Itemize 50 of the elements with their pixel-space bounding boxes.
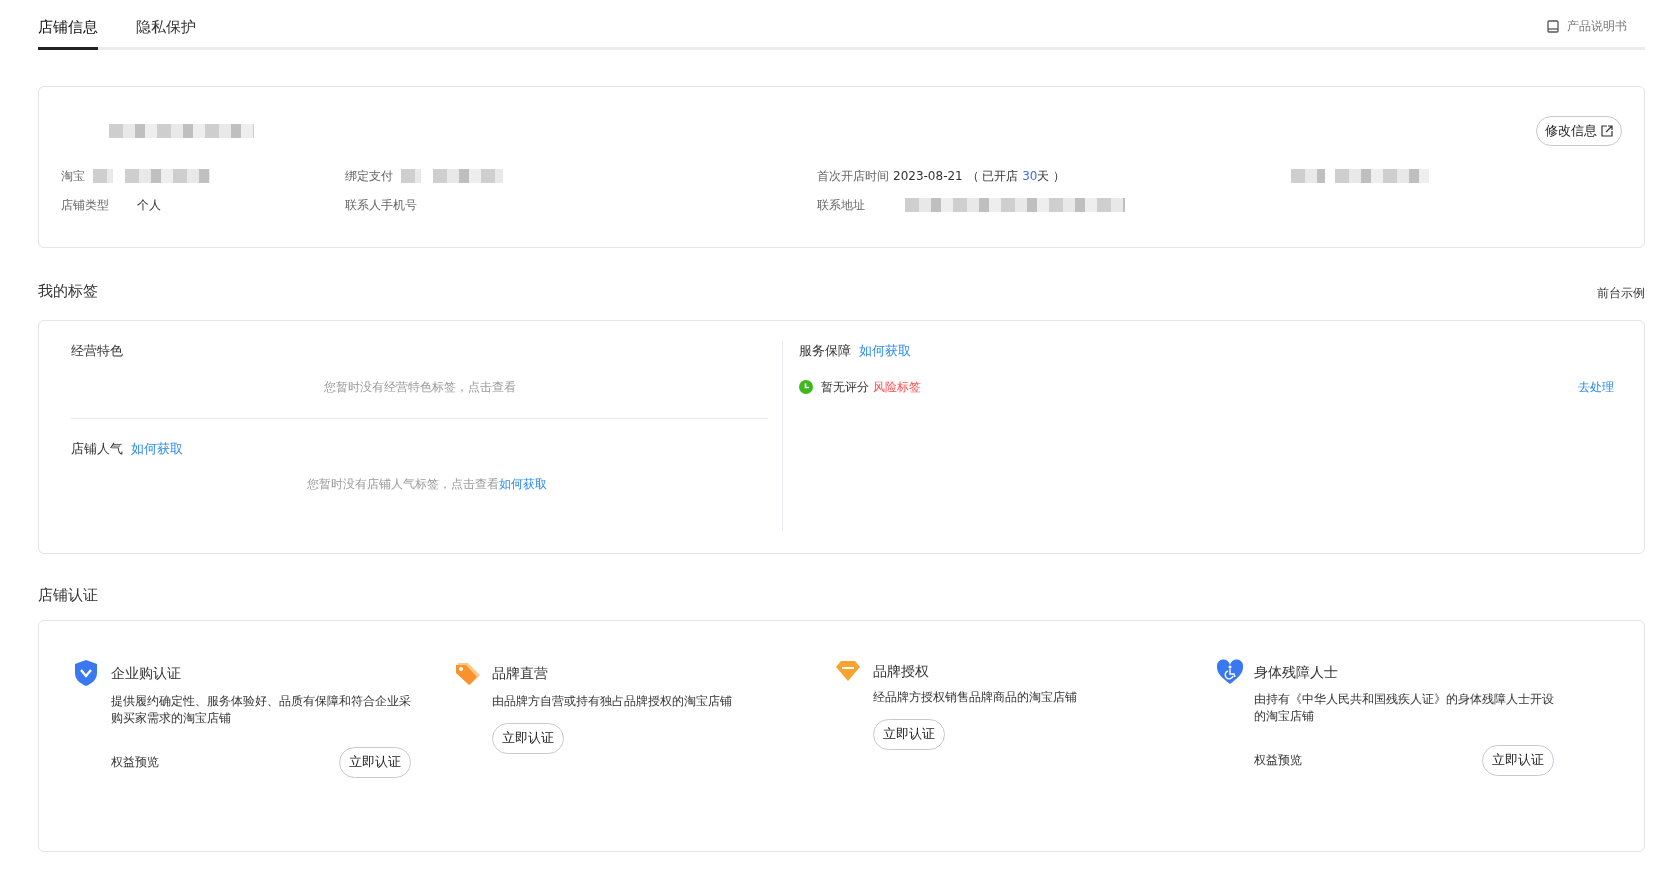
how-to-get-link[interactable]: 如何获取 [131,438,183,458]
risk-tag: 风险标签 [873,377,921,396]
accessibility-heart-icon [1216,659,1244,685]
certify-button[interactable]: 立即认证 [339,747,411,778]
blurred-text [93,168,113,183]
gem-icon [835,659,861,683]
certification-name: 企业购认证 [111,663,181,683]
empty-message: 您暂时没有店铺人气标签，点击查看如何获取 [306,477,547,491]
certify-button[interactable]: 立即认证 [1482,745,1554,776]
benefits-link[interactable]: 权益预览 [111,753,159,772]
certification-name: 品牌授权 [873,661,929,681]
certification-description: 由品牌方自营或持有独占品牌授权的淘宝店铺 [492,693,733,710]
field-label: 淘宝 [61,167,85,185]
field-label: 联系人手机号 [345,196,418,214]
panel-title: 经营特色 [71,342,123,360]
field-label: 绑定支付 [345,167,393,185]
blurred-text [401,168,421,183]
book-icon [1547,19,1559,33]
tab[interactable]: 店铺信息 [38,15,98,50]
handle-link[interactable]: 去处理 [1578,377,1614,396]
field-label: 联系地址 [817,196,866,214]
edit-info-button[interactable]: 修改信息 [1536,115,1622,147]
field-value: 个人 [137,196,161,214]
certify-button[interactable]: 立即认证 [492,723,564,754]
field-label: 店铺类型 [61,196,110,214]
manual-link[interactable]: 产品说明书 [1547,17,1645,47]
blurred-text [1291,168,1325,183]
shield-icon [73,659,99,687]
certification-name: 身体残障人士 [1254,662,1338,682]
section-title: 店铺认证 [38,586,98,604]
benefits-link[interactable]: 权益预览 [1254,751,1302,770]
certification-description: 由持有《中华人民共和国残疾人证》的身体残障人士开设的淘宝店铺 [1254,691,1554,725]
field-label: 首次开店时间 [817,167,890,185]
certification-name: 品牌直营 [492,663,548,683]
example-link[interactable]: 前台示例 [1597,284,1645,302]
panel-title: 服务保障 [799,342,851,360]
external-link-icon [1601,125,1613,137]
section-title: 我的标签 [38,280,98,302]
clock-icon [799,379,813,394]
tab[interactable]: 隐私保护 [136,15,196,50]
how-to-get-link[interactable]: 如何获取 [498,477,547,491]
empty-message: 您暂时没有经营特色标签，点击查看 [323,379,516,394]
blurred-text [433,168,503,183]
panel-title: 店铺人气 [71,439,123,458]
certification-description: 经品牌方授权销售品牌商品的淘宝店铺 [873,689,1078,706]
certify-button[interactable]: 立即认证 [873,719,945,750]
field-value: 2023-08-21 （ 已开店 30天 ） [893,167,1066,185]
rating-status: 暂无评分 [821,378,869,396]
certification-description: 提供履约确定性、服务体验好、品质有保障和符合企业采购买家需求的淘宝店铺 [111,693,411,727]
how-to-get-link[interactable]: 如何获取 [859,341,911,361]
